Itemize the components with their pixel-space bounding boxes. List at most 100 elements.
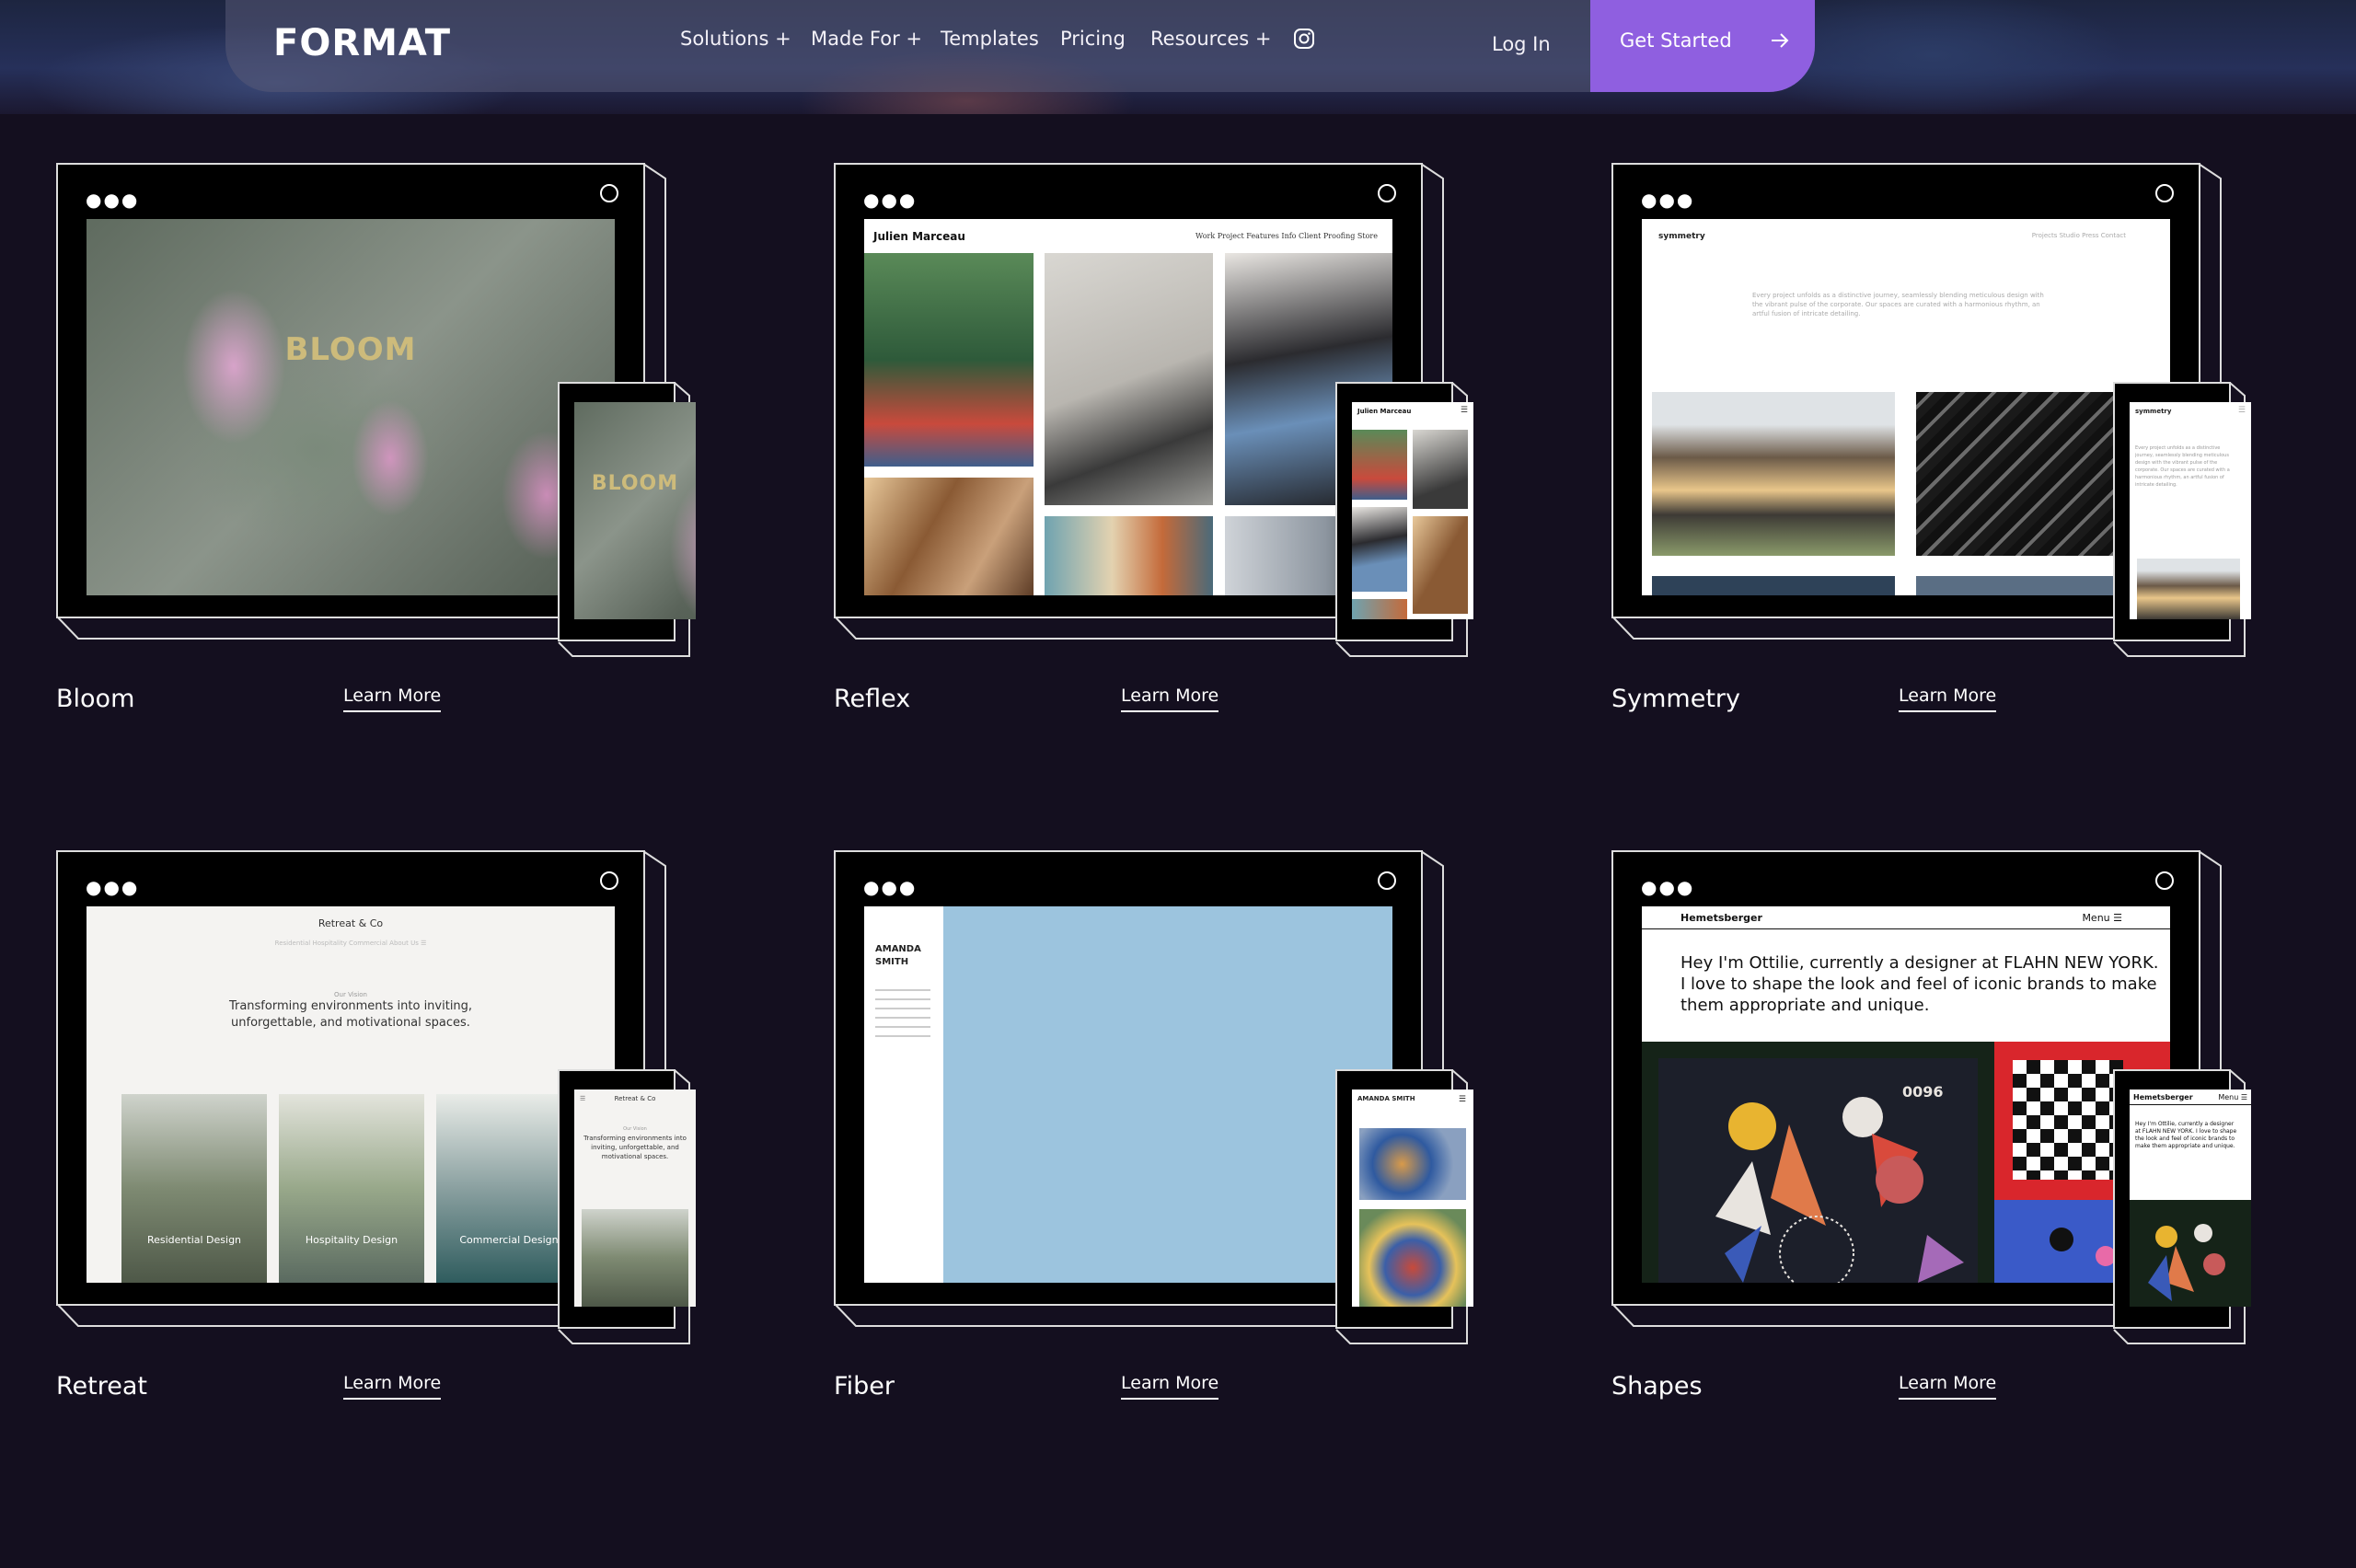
- template-card-retreat: ●●● Retreat & Co Residential Hospitality…: [56, 850, 774, 1568]
- get-started-label: Get Started: [1620, 29, 1732, 52]
- mobile-frame: Retreat & Co ☰ Our Vision Transforming e…: [558, 1069, 696, 1329]
- photo-tile: [1045, 516, 1213, 595]
- photo-tile: [864, 478, 1034, 595]
- window-dots-icon: ●●●: [863, 876, 918, 898]
- window-dots-icon: ●●●: [863, 189, 918, 211]
- template-title: Shapes: [1611, 1372, 1703, 1401]
- header-divider: [1642, 928, 2170, 929]
- learn-more-link[interactable]: Learn More: [1121, 686, 1219, 712]
- hamburger-icon: ☰: [580, 1095, 586, 1102]
- fiber-hero-blue: [943, 906, 1392, 1283]
- mobile-site-name: Retreat & Co: [614, 1095, 656, 1102]
- bloom-mobile-image: [574, 402, 696, 619]
- desktop-frame: ●●● Hemetsberger Menu ☰ Hey I'm Ottilie,…: [1611, 850, 2200, 1306]
- get-started-button[interactable]: Get Started: [1590, 0, 1815, 92]
- nav-solutions[interactable]: Solutions +: [680, 28, 791, 50]
- template-title: Reflex: [834, 685, 911, 713]
- learn-more-link[interactable]: Learn More: [1899, 686, 1997, 712]
- desktop-frame: ●●● Retreat & Co Residential Hospitality…: [56, 850, 645, 1306]
- desktop-frame: ●●● BLOOM: [56, 163, 645, 618]
- fiber-art-photo: [1359, 1128, 1466, 1200]
- mobile-frame: symmetry ☰ Every project unfolds as a di…: [2113, 382, 2251, 641]
- reflex-mobile-site: Julien Marceau ☰: [1352, 402, 1473, 619]
- symmetry-site: symmetry Projects Studio Press Contact E…: [1642, 219, 2170, 595]
- mobile-preview[interactable]: symmetry ☰ Every project unfolds as a di…: [2113, 382, 2251, 658]
- format-badge-icon: [2155, 184, 2174, 202]
- mobile-preview[interactable]: Hemetsberger Menu ☰ Hey I'm Ottilie, cur…: [2113, 1069, 2251, 1345]
- template-title: Retreat: [56, 1372, 147, 1401]
- mobile-preview[interactable]: Julien Marceau ☰: [1335, 382, 1473, 658]
- site-menu: Projects Studio Press Contact: [2031, 232, 2126, 239]
- site-bio: Hey I'm Ottilie, currently a designer at…: [1680, 953, 2159, 1015]
- mobile-site-bio: Hey I'm Ottilie, currently a designer at…: [2135, 1121, 2237, 1149]
- photo-tile: [1045, 253, 1213, 505]
- site-menu: Residential Hospitality Commercial About…: [274, 940, 427, 947]
- learn-more-link[interactable]: Learn More: [343, 1373, 442, 1400]
- nav-templates[interactable]: Templates: [941, 28, 1039, 50]
- artwork-number: 0096: [1902, 1083, 1944, 1101]
- mobile-screen: Hemetsberger Menu ☰ Hey I'm Ottilie, cur…: [2130, 1090, 2251, 1307]
- login-link[interactable]: Log In: [1492, 33, 1551, 55]
- window-dots-icon: ●●●: [1641, 876, 1695, 898]
- desktop-screen: Julien Marceau Work Project Features Inf…: [864, 219, 1392, 595]
- format-badge-icon: [600, 871, 618, 890]
- photo-tile: [864, 253, 1034, 467]
- arrow-right-icon: [1772, 33, 1789, 48]
- site-name: Retreat & Co: [318, 917, 384, 929]
- mobile-site-intro: Every project unfolds as a distinctive j…: [2135, 445, 2230, 488]
- template-card-shapes: ●●● Hemetsberger Menu ☰ Hey I'm Ottilie,…: [1611, 850, 2329, 1568]
- photo-tile: [1352, 507, 1407, 592]
- nav-made-for[interactable]: Made For +: [811, 28, 922, 50]
- top-navigation: FORMAT Solutions + Made For + Templates …: [225, 0, 1815, 92]
- learn-more-link[interactable]: Learn More: [1899, 1373, 1997, 1400]
- photo-tile: [582, 1209, 688, 1307]
- learn-more-link[interactable]: Learn More: [1121, 1373, 1219, 1400]
- artwork-checker: [2013, 1060, 2123, 1180]
- desktop-frame: ●●● AMANDA SMITH: [834, 850, 1423, 1306]
- mobile-site-name: Julien Marceau: [1357, 408, 1412, 415]
- mobile-frame: BLOOM: [558, 382, 696, 641]
- mobile-geometric-artwork: [2148, 1224, 2225, 1301]
- site-eyebrow: Our Vision: [334, 991, 367, 998]
- nav-resources[interactable]: Resources +: [1150, 28, 1272, 50]
- mobile-site-name: Hemetsberger: [2133, 1093, 2193, 1101]
- template-title: Fiber: [834, 1372, 895, 1401]
- mobile-site-menu: Menu ☰: [2218, 1093, 2247, 1101]
- retreat-site: Retreat & Co Residential Hospitality Com…: [87, 906, 615, 1283]
- desktop-screen: AMANDA SMITH: [864, 906, 1392, 1283]
- format-badge-icon: [1378, 184, 1396, 202]
- mobile-site-eyebrow: Our Vision: [623, 1126, 647, 1132]
- mobile-preview[interactable]: BLOOM: [558, 382, 696, 658]
- mobile-site-headline: Transforming environments into inviting,…: [583, 1135, 687, 1160]
- mobile-header-divider: [2130, 1104, 2251, 1105]
- template-card-fiber: ●●● AMANDA SMITH AMANDA SMITH ☰ Fiber Le…: [834, 850, 1552, 1568]
- mobile-preview[interactable]: AMANDA SMITH ☰: [1335, 1069, 1473, 1345]
- site-headline: Transforming environments into inviting,…: [228, 999, 473, 1030]
- format-badge-icon: [2155, 871, 2174, 890]
- mobile-frame: Julien Marceau ☰: [1335, 382, 1473, 641]
- fiber-site: AMANDA SMITH: [864, 906, 1392, 1283]
- mobile-frame: AMANDA SMITH ☰: [1335, 1069, 1473, 1329]
- artwork-dot: [2050, 1228, 2073, 1251]
- site-intro: Every project unfolds as a distinctive j…: [1752, 292, 2044, 317]
- desktop-frame: ●●● Julien Marceau Work Project Features…: [834, 163, 1423, 618]
- photo-tile: [1413, 430, 1468, 509]
- template-card-symmetry: ●●● symmetry Projects Studio Press Conta…: [1611, 163, 2329, 881]
- learn-more-link[interactable]: Learn More: [343, 686, 442, 712]
- site-name: symmetry: [1658, 232, 1705, 241]
- site-menu-lines: [875, 989, 930, 1044]
- site-name: AMANDA SMITH: [875, 944, 921, 967]
- template-card-bloom: ●●● BLOOM BLOOM Bloom Learn More: [56, 163, 774, 881]
- template-title: Bloom: [56, 685, 135, 713]
- format-badge-icon: [1378, 871, 1396, 890]
- site-menu: Work Project Features Info Client Proofi…: [1195, 232, 1378, 240]
- instagram-icon[interactable]: [1293, 28, 1315, 50]
- mobile-site-name: AMANDA SMITH: [1357, 1095, 1415, 1102]
- format-logo[interactable]: FORMAT: [273, 22, 451, 64]
- site-menu: Menu ☰: [2082, 912, 2122, 924]
- shapes-site: Hemetsberger Menu ☰ Hey I'm Ottilie, cur…: [1642, 906, 2170, 1283]
- category-residential: Residential Design: [121, 1094, 267, 1283]
- mobile-preview[interactable]: Retreat & Co ☰ Our Vision Transforming e…: [558, 1069, 696, 1345]
- category-label: Residential Design: [146, 1234, 242, 1246]
- nav-pricing[interactable]: Pricing: [1060, 28, 1126, 50]
